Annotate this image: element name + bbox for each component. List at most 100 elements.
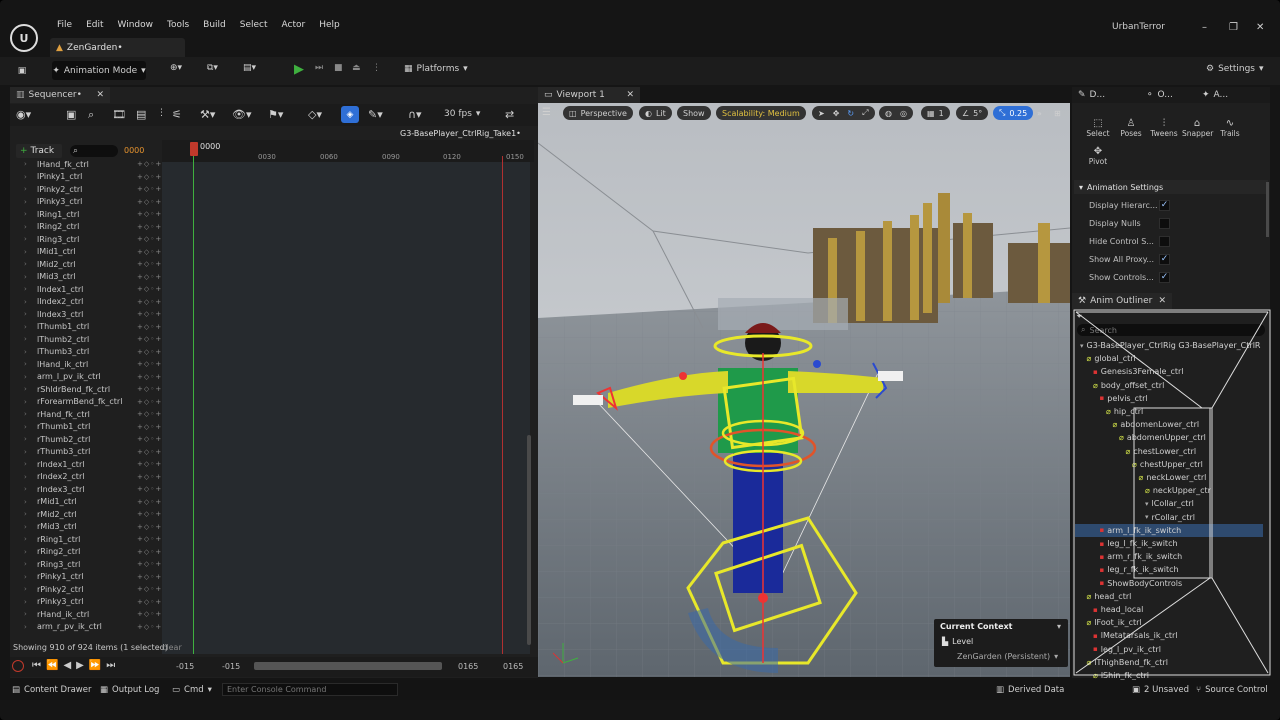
close-tab-icon[interactable]: ✕ — [1158, 296, 1166, 306]
derived-data-button[interactable]: ▥ Derived Data — [996, 685, 1064, 695]
track-row[interactable]: › rIndex3_ctrl +◇◦+ — [14, 483, 161, 496]
menu-help[interactable]: Help — [312, 20, 347, 30]
step-icon[interactable]: ⏭ — [315, 63, 323, 73]
key-controls-icon[interactable]: +◇◦+ — [137, 623, 162, 631]
key-controls-icon[interactable]: +◇◦+ — [137, 160, 162, 168]
playhead-handle[interactable] — [190, 142, 198, 156]
key-controls-icon[interactable]: +◇◦+ — [137, 573, 162, 581]
perspective-button[interactable]: ◫ Perspective — [563, 106, 633, 120]
fps-dropdown[interactable]: 30 fps ▾ — [444, 109, 480, 119]
blueprint-icon[interactable]: ⧉▾ — [207, 63, 218, 73]
expand-caret-icon[interactable]: › — [24, 285, 27, 293]
key-controls-icon[interactable]: +◇◦+ — [137, 223, 162, 231]
sequencer-tab[interactable]: ▥ Sequencer• ✕ — [10, 87, 110, 103]
tool-poses[interactable]: ♙ Poses — [1116, 118, 1146, 138]
expand-caret-icon[interactable]: › — [24, 623, 27, 631]
animation-mode-button[interactable]: ✦ Animation Mode ▾ — [52, 61, 146, 80]
expand-caret-icon[interactable]: › — [24, 260, 27, 268]
tool-pivot[interactable]: ✥ Pivot — [1083, 146, 1113, 166]
key-controls-icon[interactable]: +◇◦+ — [137, 260, 162, 268]
key-controls-icon[interactable]: +◇◦+ — [137, 460, 162, 468]
animation-tab[interactable]: ✦ A... — [1202, 90, 1262, 100]
track-row[interactable]: › arm_r_pv_ik_ctrl +◇◦+ — [14, 621, 162, 634]
surface-snap-icon[interactable]: ◎ — [900, 109, 907, 118]
more-options-icon[interactable]: ⋮ — [372, 63, 381, 73]
eject-icon[interactable]: ⏏ — [352, 63, 361, 73]
render-movie-icon[interactable]: 🎞 — [112, 108, 126, 121]
track-row[interactable]: › rPinky2_ctrl +◇◦+ — [14, 583, 162, 596]
key-controls-icon[interactable]: +◇◦+ — [137, 535, 162, 543]
range-start-b[interactable]: -015 — [222, 662, 240, 671]
level-dropdown[interactable]: ZenGarden (Persistent) ▾ — [957, 652, 1058, 661]
close-tab-icon[interactable]: ✕ — [96, 90, 104, 100]
source-control-button[interactable]: ⑂ Source Control — [1196, 685, 1268, 695]
expand-caret-icon[interactable]: › — [24, 173, 27, 181]
details-tab[interactable]: ✎ D... — [1078, 90, 1146, 100]
add-actor-icon[interactable]: ⊕▾ — [170, 63, 182, 73]
scale-snap-button[interactable]: ⤡ 0.25 — [993, 106, 1034, 120]
track-row[interactable]: › lRing2_ctrl +◇◦+ — [14, 221, 162, 234]
key-controls-icon[interactable]: +◇◦+ — [137, 435, 162, 443]
track-row[interactable]: › rThumb3_ctrl +◇◦+ — [14, 446, 161, 459]
expand-caret-icon[interactable]: › — [24, 573, 27, 581]
setting-checkbox[interactable] — [1159, 235, 1170, 247]
key-controls-icon[interactable]: +◇◦+ — [137, 248, 162, 256]
key-controls-icon[interactable]: +◇◦+ — [137, 185, 162, 193]
tool-snapper[interactable]: ⌂ Snapper — [1182, 118, 1213, 138]
add-track-button[interactable]: + Track — [16, 144, 62, 158]
settings-scrollbar[interactable] — [1266, 182, 1269, 237]
clear-filter-link[interactable]: clear — [162, 643, 182, 652]
key-controls-icon[interactable]: +◇◦+ — [137, 323, 162, 331]
menu-build[interactable]: Build — [196, 20, 233, 30]
menu-tools[interactable]: Tools — [160, 20, 196, 30]
track-row[interactable]: › rIndex1_ctrl +◇◦+ — [14, 458, 162, 471]
track-row[interactable]: › lIndex2_ctrl +◇◦+ — [14, 296, 161, 309]
track-row[interactable]: › arm_l_pv_ik_ctrl +◇◦+ — [14, 371, 161, 384]
take-breadcrumb[interactable]: G3-BasePlayer_CtrlRig_Take1• — [400, 129, 521, 138]
key-controls-icon[interactable]: +◇◦+ — [137, 198, 162, 206]
expand-caret-icon[interactable]: › — [24, 548, 27, 556]
track-row[interactable]: › lThumb2_ctrl +◇◦+ — [14, 333, 161, 346]
restore-icon[interactable]: ❐ — [1229, 22, 1238, 33]
outliner-tab[interactable]: ⚬ O... — [1146, 90, 1202, 100]
expand-caret-icon[interactable]: › — [24, 298, 27, 306]
animation-settings-header[interactable]: ▾ Animation Settings — [1074, 180, 1268, 194]
expand-caret-icon[interactable]: › — [24, 248, 27, 256]
key-controls-icon[interactable]: +◇◦+ — [137, 398, 162, 406]
output-log-button[interactable]: ▦ Output Log — [100, 685, 159, 695]
expand-caret-icon[interactable]: › — [24, 460, 27, 468]
track-row[interactable]: › rShldrBend_fk_ctrl +◇◦+ — [14, 383, 161, 396]
expand-caret-icon[interactable]: › — [24, 398, 27, 406]
save-sequence-icon[interactable]: ▣ — [66, 108, 76, 121]
expand-caret-icon[interactable]: › — [24, 585, 27, 593]
move-icon[interactable]: ✥ — [833, 109, 840, 118]
expand-caret-icon[interactable]: › — [24, 198, 27, 206]
track-row[interactable]: › rHand_ik_ctrl +◇◦+ — [14, 608, 161, 621]
expand-caret-icon[interactable]: › — [24, 610, 27, 618]
key-controls-icon[interactable]: +◇◦+ — [137, 585, 162, 593]
level-tab[interactable]: ▲ ZenGarden• — [50, 38, 185, 57]
platforms-button[interactable]: ▦ Platforms ▾ — [404, 64, 468, 74]
save-icon[interactable]: ▣ — [14, 63, 30, 79]
track-row[interactable]: › rHand_fk_ctrl +◇◦+ — [14, 408, 161, 421]
key-controls-icon[interactable]: +◇◦+ — [137, 423, 162, 431]
expand-caret-icon[interactable]: › — [24, 385, 27, 393]
key-controls-icon[interactable]: +◇◦+ — [137, 235, 162, 243]
content-drawer-button[interactable]: ▤ Content Drawer — [12, 685, 91, 695]
range-end-a[interactable]: 0165 — [458, 662, 478, 671]
tools-icon[interactable]: ⚒▾ — [200, 108, 215, 121]
track-row[interactable]: › rMid2_ctrl +◇◦+ — [14, 508, 161, 521]
track-row[interactable]: › lPinky1_ctrl +◇◦+ — [14, 171, 161, 184]
expand-caret-icon[interactable]: › — [24, 448, 27, 456]
track-row[interactable]: › rRing1_ctrl +◇◦+ — [14, 533, 162, 546]
setting-checkbox[interactable]: ✓ — [1159, 253, 1170, 265]
key-controls-icon[interactable]: +◇◦+ — [137, 348, 162, 356]
key-controls-icon[interactable]: +◇◦+ — [137, 560, 162, 568]
track-row[interactable]: › lThumb1_ctrl +◇◦+ — [14, 321, 162, 334]
rotate-icon[interactable]: ↻ — [847, 109, 854, 118]
track-row[interactable]: › lIndex1_ctrl +◇◦+ — [14, 283, 161, 296]
track-row[interactable]: › rIndex2_ctrl +◇◦+ — [14, 471, 161, 484]
layout-icon[interactable]: ⊞ — [1048, 106, 1067, 120]
expand-caret-icon[interactable]: › — [24, 348, 27, 356]
track-row[interactable]: › rForearmBend_fk_ctrl +◇◦+ — [14, 396, 162, 409]
